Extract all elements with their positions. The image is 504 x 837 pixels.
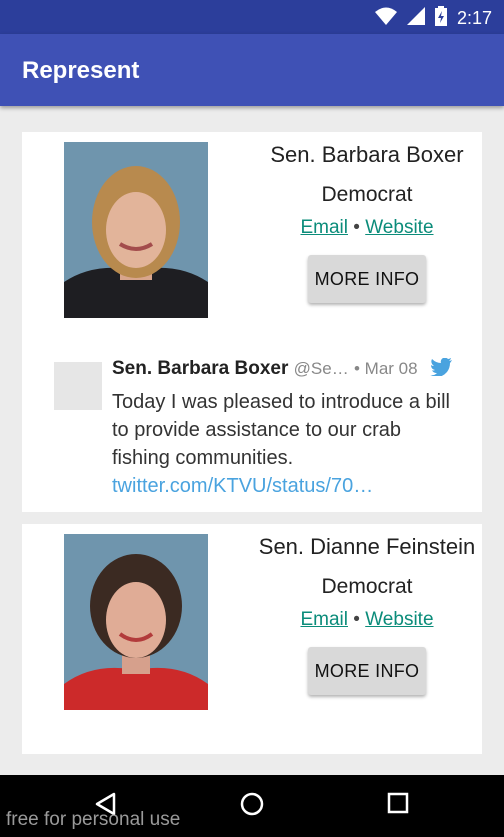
battery-charging-icon	[434, 6, 447, 31]
tweet-handle: @Se…	[293, 359, 349, 378]
status-time: 2:17	[456, 8, 492, 28]
tweet-text: Today I was pleased to introduce a bill …	[112, 391, 450, 469]
more-info-button[interactable]: MORE INFO	[308, 255, 426, 303]
representative-photo	[64, 142, 208, 318]
representative-card: Sen. Dianne Feinstein Democrat Email • W…	[22, 524, 482, 754]
wifi-icon	[374, 7, 397, 30]
representative-name: Sen. Barbara Boxer	[270, 142, 464, 167]
representative-info: Sen. Dianne Feinstein Democrat Email • W…	[252, 534, 482, 695]
representative-info: Sen. Barbara Boxer Democrat Email • Webs…	[252, 142, 482, 303]
representative-party: Democrat	[321, 183, 413, 206]
contact-links: Email • Website	[252, 217, 482, 239]
tweet-author: Sen. Barbara Boxer	[112, 358, 289, 379]
status-bar: 2:17	[0, 0, 504, 34]
representative-card: Sen. Barbara Boxer Democrat Email • Webs…	[22, 132, 482, 512]
website-link[interactable]: Website	[365, 609, 433, 630]
tweet-link[interactable]: twitter.com/KTVU/status/70…	[112, 475, 373, 497]
watermark: free for personal use	[6, 809, 181, 830]
tweet-avatar	[54, 362, 102, 410]
contact-links: Email • Website	[252, 609, 482, 631]
cellular-signal-icon	[406, 7, 425, 30]
twitter-bird-icon	[430, 357, 452, 382]
app-bar: Represent	[0, 34, 504, 106]
representative-party: Democrat	[321, 575, 413, 598]
link-separator: •	[353, 609, 360, 630]
website-link[interactable]: Website	[365, 217, 433, 238]
app-title: Represent	[22, 57, 140, 84]
more-info-button[interactable]: MORE INFO	[308, 647, 426, 695]
email-link[interactable]: Email	[300, 217, 348, 238]
recent-apps-icon[interactable]	[387, 792, 409, 819]
home-icon[interactable]	[240, 792, 264, 821]
representative-name: Sen. Dianne Feinstein	[258, 534, 476, 559]
link-separator: •	[353, 217, 360, 238]
representative-photo	[64, 534, 208, 710]
tweet-date: • Mar 08	[353, 359, 418, 378]
email-link[interactable]: Email	[300, 609, 348, 630]
